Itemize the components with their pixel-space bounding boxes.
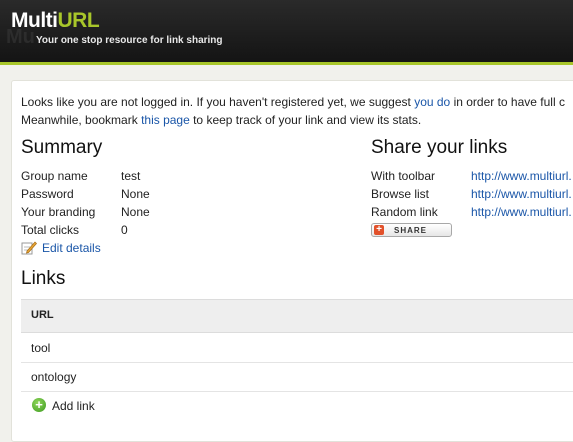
summary-label: Total clicks [21,223,80,237]
site-tagline: Your one stop resource for link sharing [36,35,223,46]
share-plus-icon: + [374,225,384,235]
url-column-header: URL [31,309,54,321]
share-label: Browse list [371,187,430,201]
table-row: tool [21,333,573,363]
share-label: Random link [371,205,438,219]
edit-pencil-icon[interactable] [21,240,37,255]
summary-value: None [121,205,150,219]
table-row: ontology [21,362,573,392]
summary-value: None [121,187,150,201]
summary-title: Summary [21,137,103,158]
edit-details-link[interactable]: Edit details [42,241,101,255]
share-random-url[interactable]: http://www.multiurl. [471,205,572,219]
share-button[interactable]: + SHARE [371,223,452,237]
login-notice-line-1: Looks like you are not logged in. If you… [21,95,565,109]
site-logo[interactable]: MultiURL [11,9,100,32]
summary-label: Your branding [21,205,96,219]
links-title: Links [21,268,66,289]
links-table-header: URL [21,299,573,333]
share-browse-url[interactable]: http://www.multiurl. [471,187,572,201]
login-notice: Looks like you are not logged in. If you… [21,93,565,129]
login-notice-line-2: Meanwhile, bookmark this page to keep tr… [21,113,422,127]
share-button-label: SHARE [394,226,428,235]
bookmark-page-link[interactable]: this page [141,113,190,127]
summary-value: test [121,169,141,183]
register-link[interactable]: you do [414,95,450,109]
add-link-button[interactable]: Add link [52,399,95,413]
link-url[interactable]: ontology [31,370,76,384]
summary-label: Password [21,187,74,201]
site-header: Mu MultiURL Your one stop resource for l… [0,0,573,65]
summary-value: 0 [121,223,128,237]
share-label: With toolbar [371,169,436,183]
logo-part-1: Multi [11,9,58,32]
logo-part-2: URL [57,9,100,32]
summary-label: Group name [21,169,88,183]
share-title: Share your links [371,137,508,158]
add-icon[interactable]: + [32,398,46,412]
share-toolbar-url[interactable]: http://www.multiurl. [471,169,572,183]
link-url[interactable]: tool [31,341,50,355]
